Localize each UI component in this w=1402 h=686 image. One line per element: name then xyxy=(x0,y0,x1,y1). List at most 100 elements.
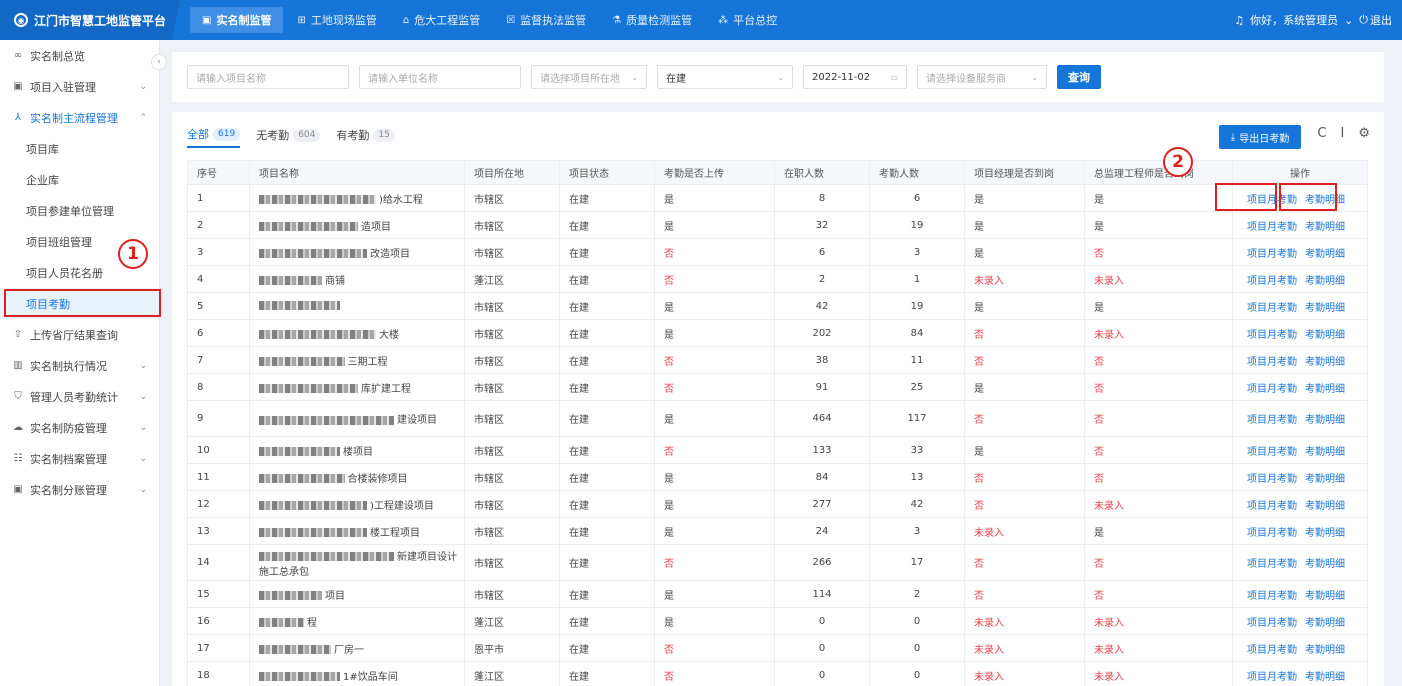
sidebar-item-label: 项目入驻管理 xyxy=(30,80,96,94)
vendor-select[interactable]: 请选择设备服务商 ⌄ xyxy=(917,65,1047,89)
table-row: 11 合楼装修项目 市辖区 在建是 84 13 否否项目月考勤 考勤明细 xyxy=(187,463,1368,491)
attendance-detail-link[interactable]: 考勤明细 xyxy=(1305,645,1345,656)
unit-name-input[interactable]: 请输入单位名称 xyxy=(359,65,521,89)
tab-2[interactable]: 有考勤 15 xyxy=(336,126,395,148)
attendance-detail-link[interactable]: 考勤明细 xyxy=(1305,672,1345,683)
topnav-item-2[interactable]: ⌂ 危大工程监管 xyxy=(391,7,492,33)
cell-pm: 未录入 xyxy=(964,661,1085,686)
chevron-down-icon[interactable]: ⌄ xyxy=(1344,14,1353,27)
cell-name: 新建项目设计施工总承包 xyxy=(249,544,465,581)
sidebar-item-9[interactable]: ⇧ 上传省厅结果查询 xyxy=(0,319,159,350)
network-icon: ⁂ xyxy=(718,14,729,26)
sidebar-item-4[interactable]: 企业库 xyxy=(0,164,159,195)
attendance-detail-link[interactable]: 考勤明细 xyxy=(1305,384,1345,395)
sidebar-item-5[interactable]: 项目参建单位管理 xyxy=(0,195,159,226)
sidebar-item-12[interactable]: ☁ 实名制防疫管理 ⌄ xyxy=(0,412,159,443)
sidebar-item-14[interactable]: ▣ 实名制分账管理 ⌄ xyxy=(0,474,159,505)
monthly-attendance-link[interactable]: 项目月考勤 xyxy=(1247,591,1297,602)
attendance-detail-link[interactable]: 考勤明细 xyxy=(1305,303,1345,314)
sidebar-item-13[interactable]: ☷ 实名制档案管理 ⌄ xyxy=(0,443,159,474)
attendance-detail-link[interactable]: 考勤明细 xyxy=(1305,222,1345,233)
date-picker[interactable]: 2022-11-02 ▭ xyxy=(803,65,907,89)
gear-icon[interactable]: ⚙ xyxy=(1358,126,1370,141)
monthly-attendance-link[interactable]: 项目月考勤 xyxy=(1247,330,1297,341)
cell-upload: 否 xyxy=(654,544,775,581)
monthly-attendance-link[interactable]: 项目月考勤 xyxy=(1247,195,1297,206)
monthly-attendance-link[interactable]: 项目月考勤 xyxy=(1247,276,1297,287)
refresh-icon[interactable]: C xyxy=(1317,126,1326,141)
monthly-attendance-link[interactable]: 项目月考勤 xyxy=(1247,415,1297,426)
project-name-text: )工程建设项目 xyxy=(370,500,434,512)
attendance-detail-link[interactable]: 考勤明细 xyxy=(1305,249,1345,260)
cell-staff: 2 xyxy=(774,265,870,293)
sidebar-item-1[interactable]: ▣ 项目入驻管理 ⌄ xyxy=(0,71,159,102)
attendance-detail-link[interactable]: 考勤明细 xyxy=(1305,447,1345,458)
query-button[interactable]: 查询 xyxy=(1057,65,1101,89)
cell-staff: 32 xyxy=(774,211,870,239)
brand[interactable]: ◉ 江门市智慧工地监管平台 xyxy=(0,0,180,40)
cell-att: 84 xyxy=(869,319,965,347)
monthly-attendance-link[interactable]: 项目月考勤 xyxy=(1247,249,1297,260)
cell-pm: 未录入 xyxy=(964,265,1085,293)
monthly-attendance-link[interactable]: 项目月考勤 xyxy=(1247,672,1297,683)
sidebar-item-10[interactable]: ▥ 实名制执行情况 ⌄ xyxy=(0,350,159,381)
attendance-detail-link[interactable]: 考勤明细 xyxy=(1305,276,1345,287)
attendance-detail-link[interactable]: 考勤明细 xyxy=(1305,559,1345,570)
monthly-attendance-link[interactable]: 项目月考勤 xyxy=(1247,303,1297,314)
project-name-input[interactable]: 请输入项目名称 xyxy=(187,65,349,89)
monthly-attendance-link[interactable]: 项目月考勤 xyxy=(1247,357,1297,368)
attendance-detail-link[interactable]: 考勤明细 xyxy=(1305,357,1345,368)
cell-status: 在建 xyxy=(559,661,655,686)
status-select[interactable]: 在建 ⌄ xyxy=(657,65,793,89)
cell-upload: 是 xyxy=(654,607,775,635)
monthly-attendance-link[interactable]: 项目月考勤 xyxy=(1247,501,1297,512)
attendance-detail-link[interactable]: 考勤明细 xyxy=(1305,528,1345,539)
tab-0[interactable]: 全部 619 xyxy=(187,126,241,148)
monthly-attendance-link[interactable]: 项目月考勤 xyxy=(1247,645,1297,656)
tab-1[interactable]: 无考勤 604 xyxy=(256,126,321,148)
monthly-attendance-link[interactable]: 项目月考勤 xyxy=(1247,384,1297,395)
attendance-detail-link[interactable]: 考勤明细 xyxy=(1305,195,1345,206)
user-greeting[interactable]: 你好，系统管理员 xyxy=(1250,12,1338,28)
monthly-attendance-link[interactable]: 项目月考勤 xyxy=(1247,222,1297,233)
sidebar-item-3[interactable]: 项目库 xyxy=(0,133,159,164)
cell-loc: 蓬江区 xyxy=(464,661,560,686)
collapse-sidebar-button[interactable]: ‹ xyxy=(151,54,167,70)
export-daily-attendance-button[interactable]: ⤓ 导出日考勤 xyxy=(1219,125,1301,149)
attendance-detail-link[interactable]: 考勤明细 xyxy=(1305,591,1345,602)
monthly-attendance-link[interactable]: 项目月考勤 xyxy=(1247,528,1297,539)
topnav-item-3[interactable]: ☒ 监督执法监管 xyxy=(494,7,598,33)
sidebar-item-2[interactable]: ⅄ 实名制主流程管理 ⌃ xyxy=(0,102,159,133)
cell-pm: 是 xyxy=(964,211,1085,239)
sidebar-item-0[interactable]: ∞ 实名制总览 xyxy=(0,40,159,71)
attendance-detail-link[interactable]: 考勤明细 xyxy=(1305,618,1345,629)
cell-sup: 否 xyxy=(1084,580,1233,608)
cell-actions: 项目月考勤 考勤明细 xyxy=(1232,436,1368,464)
column-height-icon[interactable]: I xyxy=(1341,126,1345,141)
monthly-attendance-link[interactable]: 项目月考勤 xyxy=(1247,559,1297,570)
location-select[interactable]: 请选择项目所在地 ⌄ xyxy=(531,65,647,89)
topnav-item-4[interactable]: ⚗ 质量检测监管 xyxy=(600,7,704,33)
sidebar-item-label: 项目参建单位管理 xyxy=(26,204,114,218)
sidebar-item-8[interactable]: 项目考勤 xyxy=(0,288,159,319)
topnav-item-5[interactable]: ⁂ 平台总控 xyxy=(706,7,789,33)
attendance-detail-link[interactable]: 考勤明细 xyxy=(1305,501,1345,512)
cell-pm: 是 xyxy=(964,184,1085,212)
attendance-detail-link[interactable]: 考勤明细 xyxy=(1305,330,1345,341)
monthly-attendance-link[interactable]: 项目月考勤 xyxy=(1247,447,1297,458)
bell-icon[interactable]: ♫ xyxy=(1234,14,1244,27)
topnav-item-1[interactable]: ⊞ 工地现场监管 xyxy=(285,7,388,33)
monthly-attendance-link[interactable]: 项目月考勤 xyxy=(1247,618,1297,629)
chevron-icon: ⌄ xyxy=(139,453,147,464)
topnav-item-0[interactable]: ▣ 实名制监管 xyxy=(190,7,284,33)
monthly-attendance-link[interactable]: 项目月考勤 xyxy=(1247,474,1297,485)
attendance-detail-link[interactable]: 考勤明细 xyxy=(1305,415,1345,426)
tab-label: 无考勤 xyxy=(256,129,290,142)
attendance-tabs: 全部 619 无考勤 604 有考勤 15 xyxy=(187,126,411,148)
sidebar-item-11[interactable]: ⛉ 管理人员考勤统计 ⌄ xyxy=(0,381,159,412)
logout-link[interactable]: 退出 xyxy=(1370,12,1392,28)
attendance-detail-link[interactable]: 考勤明细 xyxy=(1305,474,1345,485)
project-name-text: 商铺 xyxy=(325,275,345,287)
logout-icon[interactable]: ⏻ xyxy=(1359,13,1368,27)
cell-staff: 8 xyxy=(774,184,870,212)
